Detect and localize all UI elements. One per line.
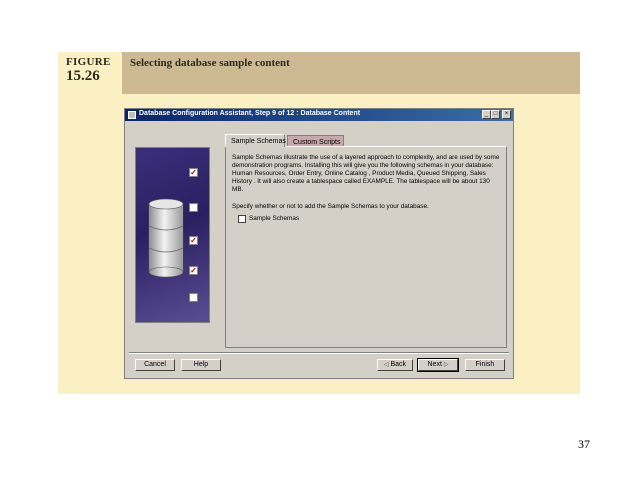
maximize-button[interactable]: □ bbox=[491, 110, 500, 119]
dbca-window: Database Configuration Assistant, Step 9… bbox=[124, 108, 514, 379]
help-button[interactable]: Help bbox=[181, 359, 221, 371]
window-title: Database Configuration Assistant, Step 9… bbox=[139, 110, 361, 117]
minimize-button[interactable]: _ bbox=[482, 110, 491, 119]
cancel-button[interactable]: Cancel bbox=[135, 359, 175, 371]
back-arrow-icon: ◁ bbox=[383, 362, 389, 368]
next-button[interactable]: Next ▷ bbox=[417, 358, 459, 372]
sample-schemas-description: Sample Schemas illustrate the use of a l… bbox=[232, 154, 500, 193]
illustration-checkbox-5 bbox=[189, 293, 198, 302]
illustration-checkbox-4: ✓ bbox=[189, 266, 198, 275]
title-bar[interactable]: Database Configuration Assistant, Step 9… bbox=[125, 109, 513, 121]
figure-caption: Selecting database sample content bbox=[130, 57, 290, 69]
next-button-label: Next bbox=[427, 361, 442, 368]
illustration-checkbox-3: ✓ bbox=[189, 236, 198, 245]
tab-sample-schemas[interactable]: Sample Schemas bbox=[225, 134, 286, 147]
sample-schemas-checkbox-label[interactable]: Sample Schemas bbox=[249, 215, 299, 223]
tab-content-panel: Sample Schemas illustrate the use of a l… bbox=[225, 146, 507, 348]
back-button[interactable]: ◁ Back bbox=[377, 359, 413, 371]
button-separator bbox=[129, 352, 509, 354]
finish-button[interactable]: Finish bbox=[465, 359, 505, 371]
illustration-checkbox-2 bbox=[189, 203, 198, 212]
app-icon bbox=[128, 111, 136, 119]
next-arrow-icon: ▷ bbox=[443, 362, 449, 368]
back-button-label: Back bbox=[390, 361, 407, 368]
figure-number: 15.26 bbox=[66, 68, 100, 84]
sample-schemas-prompt: Specify whether or not to add the Sample… bbox=[232, 203, 429, 210]
wizard-illustration: ✓ ✓ ✓ bbox=[135, 147, 210, 323]
figure-label: FIGURE bbox=[66, 56, 111, 68]
illustration-checkbox-1: ✓ bbox=[189, 168, 198, 177]
page-number: 37 bbox=[578, 437, 590, 451]
database-icon bbox=[148, 198, 184, 278]
close-button[interactable]: × bbox=[502, 110, 511, 119]
sample-schemas-checkbox[interactable] bbox=[238, 215, 246, 223]
